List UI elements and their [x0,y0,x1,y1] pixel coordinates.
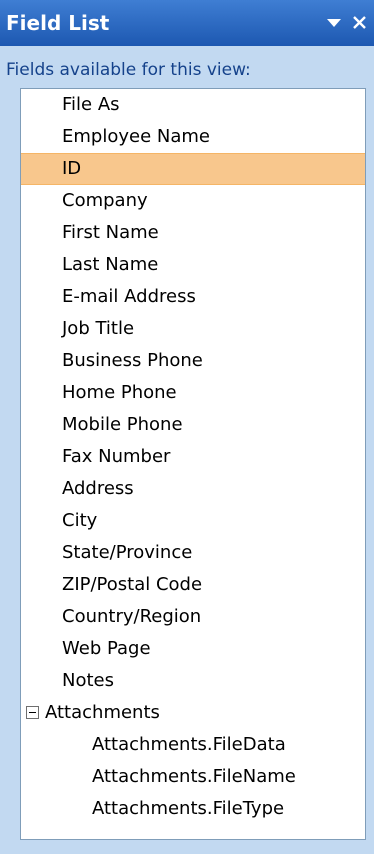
field-list-pane: Field List Fields available for this vie… [0,0,374,854]
field-item-address[interactable]: Address [21,473,365,505]
field-item-last-name[interactable]: Last Name [21,249,365,281]
field-item-home-phone[interactable]: Home Phone [21,377,365,409]
field-item-mobile-phone[interactable]: Mobile Phone [21,409,365,441]
field-list-title-bar: Field List [0,0,374,46]
field-label: Company [62,190,148,211]
field-label: ID [62,158,82,179]
field-label: Home Phone [62,382,177,403]
field-label: Mobile Phone [62,414,183,435]
field-item-notes[interactable]: Notes [21,665,365,697]
field-group-attachments[interactable]: Attachments [21,697,365,729]
field-label: Country/Region [62,606,202,627]
field-label: Address [62,478,134,499]
field-label: First Name [62,222,159,243]
close-icon[interactable] [348,9,372,35]
field-label: Last Name [62,254,159,275]
field-item-company[interactable]: Company [21,185,365,217]
field-label: State/Province [62,542,193,563]
field-label: Job Title [62,318,135,339]
field-label: ZIP/Postal Code [62,574,203,595]
dropdown-arrow-icon[interactable] [322,9,346,35]
field-label: Attachments.FileData [92,734,286,755]
field-label: File As [62,94,120,115]
field-label: Attachments.FileName [92,766,296,787]
field-item-employee-name[interactable]: Employee Name [21,121,365,153]
field-item-city[interactable]: City [21,505,365,537]
field-item-id[interactable]: ID [21,153,365,185]
collapse-minus-icon[interactable] [26,706,39,719]
field-item-attachments-filename[interactable]: Attachments.FileName [21,761,365,793]
field-item-file-as[interactable]: File As [21,89,365,121]
field-item-business-phone[interactable]: Business Phone [21,345,365,377]
fields-available-label: Fields available for this view: [6,60,251,80]
field-item-email-address[interactable]: E-mail Address [21,281,365,313]
field-label: Web Page [62,638,151,659]
field-item-zip-postal-code[interactable]: ZIP/Postal Code [21,569,365,601]
pane-title: Field List [6,11,110,35]
field-label: Business Phone [62,350,203,371]
field-item-first-name[interactable]: First Name [21,217,365,249]
field-list-box[interactable]: File As Employee Name ID Company First N… [20,88,366,840]
field-label: Attachments.FileType [92,798,285,819]
field-item-web-page[interactable]: Web Page [21,633,365,665]
field-label: City [62,510,98,531]
field-item-country-region[interactable]: Country/Region [21,601,365,633]
field-group-label: Attachments [45,702,160,723]
field-label: Employee Name [62,126,210,147]
field-item-attachments-filetype[interactable]: Attachments.FileType [21,793,365,825]
field-label: E-mail Address [62,286,196,307]
field-item-attachments-filedata[interactable]: Attachments.FileData [21,729,365,761]
field-item-state-province[interactable]: State/Province [21,537,365,569]
field-label: Fax Number [62,446,171,467]
field-item-job-title[interactable]: Job Title [21,313,365,345]
field-item-fax-number[interactable]: Fax Number [21,441,365,473]
field-label: Notes [62,670,114,691]
